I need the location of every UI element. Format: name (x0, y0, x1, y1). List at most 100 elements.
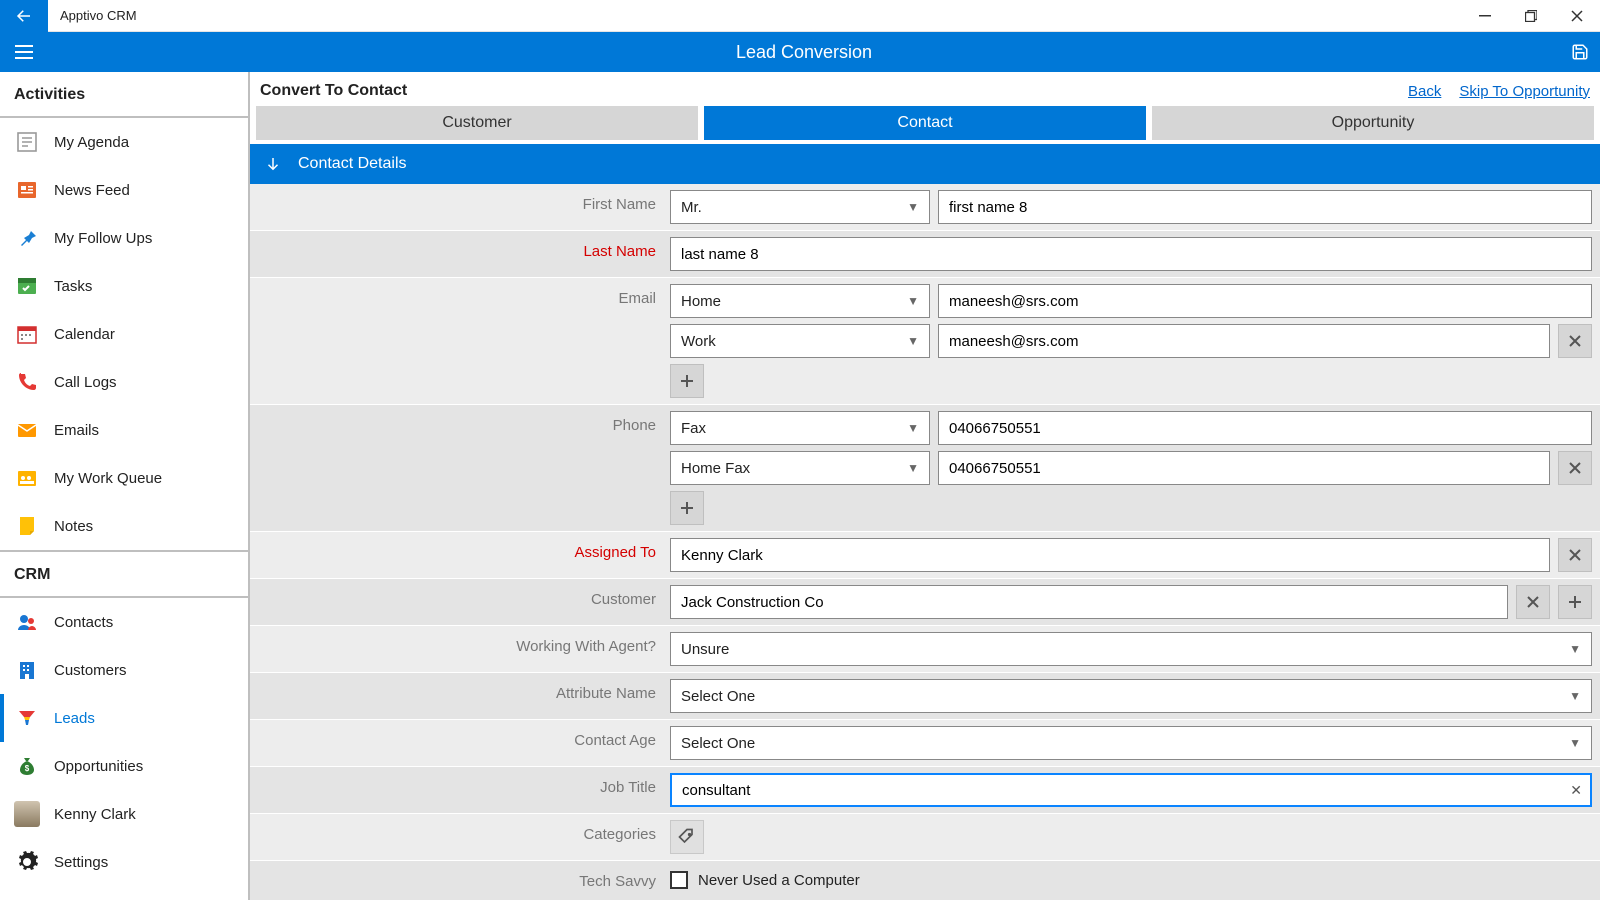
clear-customer-button[interactable] (1516, 585, 1550, 619)
label-job-title: Job Title (250, 767, 670, 796)
building-icon (14, 657, 40, 683)
sidebar-item-emails[interactable]: Emails (0, 406, 248, 454)
avatar (14, 801, 40, 827)
chevron-down-icon: ▼ (907, 200, 919, 214)
chevron-down-icon: ▼ (907, 334, 919, 348)
envelope-icon (14, 417, 40, 443)
sidebar-item-my-follow-ups[interactable]: My Follow Ups (0, 214, 248, 262)
sidebar-item-label: Tasks (54, 278, 92, 295)
content-title: Convert To Contact (260, 82, 407, 100)
sidebar-item-notes[interactable]: Notes (0, 502, 248, 550)
contacts-icon (14, 609, 40, 635)
money-bag-icon: $ (14, 753, 40, 779)
sidebar-item-label: My Agenda (54, 134, 129, 151)
prefix-select[interactable]: Mr. ▼ (670, 190, 930, 224)
email-type-select-0[interactable]: Home ▼ (670, 284, 930, 318)
label-last-name: Last Name (250, 231, 670, 260)
funnel-icon (14, 705, 40, 731)
email-input-1[interactable] (938, 324, 1550, 358)
last-name-input[interactable] (670, 237, 1592, 271)
tab-customer[interactable]: Customer (256, 106, 698, 140)
sidebar-item-news-feed[interactable]: News Feed (0, 166, 248, 214)
window-titlebar: Apptivo CRM (0, 0, 1600, 32)
app-header-bar: Lead Conversion (0, 32, 1600, 72)
window-maximize-button[interactable] (1508, 0, 1554, 32)
phone-type-select-0[interactable]: Fax ▼ (670, 411, 930, 445)
sidebar-item-label: Customers (54, 662, 127, 679)
chevron-down-icon: ▼ (907, 461, 919, 475)
assigned-to-input[interactable] (670, 538, 1550, 572)
sidebar-item-leads[interactable]: Leads (0, 694, 248, 742)
sidebar-item-tasks[interactable]: Tasks (0, 262, 248, 310)
section-title: Contact Details (298, 155, 407, 173)
add-customer-button[interactable] (1558, 585, 1592, 619)
back-link[interactable]: Back (1408, 83, 1441, 100)
sidebar-item-customers[interactable]: Customers (0, 646, 248, 694)
work-queue-icon (14, 465, 40, 491)
agenda-icon (14, 129, 40, 155)
tab-contact[interactable]: Contact (704, 106, 1146, 140)
first-name-input[interactable] (938, 190, 1592, 224)
sidebar-item-call-logs[interactable]: Call Logs (0, 358, 248, 406)
calendar-icon (14, 321, 40, 347)
remove-phone-button[interactable] (1558, 451, 1592, 485)
back-button[interactable] (0, 0, 48, 32)
sidebar-item-calendar[interactable]: Calendar (0, 310, 248, 358)
label-working-with-agent: Working With Agent? (250, 626, 670, 655)
label-tech-savvy: Tech Savvy (250, 861, 670, 890)
job-title-input[interactable]: ✕ (670, 773, 1592, 807)
skip-to-opportunity-link[interactable]: Skip To Opportunity (1459, 83, 1590, 100)
save-button[interactable] (1560, 32, 1600, 72)
content-area: Convert To Contact Back Skip To Opportun… (250, 72, 1600, 900)
clear-assigned-to-button[interactable] (1558, 538, 1592, 572)
label-customer: Customer (250, 579, 670, 608)
section-contact-details[interactable]: Contact Details (250, 144, 1600, 184)
sidebar-item-my-work-queue[interactable]: My Work Queue (0, 454, 248, 502)
email-input-0[interactable] (938, 284, 1592, 318)
add-category-button[interactable] (670, 820, 704, 854)
tasks-icon (14, 273, 40, 299)
gear-icon (14, 849, 40, 875)
add-phone-button[interactable] (670, 491, 704, 525)
sidebar-item-label: Opportunities (54, 758, 143, 775)
phone-input-1[interactable] (938, 451, 1550, 485)
sidebar-item-contacts[interactable]: Contacts (0, 598, 248, 646)
sidebar-item-opportunities[interactable]: $ Opportunities (0, 742, 248, 790)
hamburger-menu-button[interactable] (0, 32, 48, 72)
attribute-name-select[interactable]: Select One ▼ (670, 679, 1592, 713)
chevron-down-icon: ▼ (1569, 689, 1581, 703)
remove-email-button[interactable] (1558, 324, 1592, 358)
sidebar: Activities My Agenda News Feed My Follow… (0, 72, 250, 900)
clear-job-title-icon[interactable]: ✕ (1570, 782, 1582, 799)
label-email: Email (250, 278, 670, 307)
customer-input[interactable] (670, 585, 1508, 619)
working-with-agent-select[interactable]: Unsure ▼ (670, 632, 1592, 666)
svg-text:$: $ (25, 764, 30, 773)
phone-type-select-1[interactable]: Home Fax ▼ (670, 451, 930, 485)
checkbox-icon[interactable] (670, 871, 688, 889)
label-categories: Categories (250, 814, 670, 843)
email-type-select-1[interactable]: Work ▼ (670, 324, 930, 358)
form: First Name Mr. ▼ Last Name (250, 184, 1600, 900)
sidebar-item-settings[interactable]: Settings (0, 838, 248, 886)
chevron-down-icon: ▼ (1569, 642, 1581, 656)
app-title: Apptivo CRM (60, 8, 137, 23)
window-close-button[interactable] (1554, 0, 1600, 32)
sidebar-item-label: My Work Queue (54, 470, 162, 487)
sidebar-item-user[interactable]: Kenny Clark (0, 790, 248, 838)
sidebar-item-label: Calendar (54, 326, 115, 343)
notes-icon (14, 513, 40, 539)
contact-age-select[interactable]: Select One ▼ (670, 726, 1592, 760)
sidebar-item-label: Notes (54, 518, 93, 535)
tech-savvy-option-0[interactable]: Never Used a Computer (670, 867, 1592, 893)
add-email-button[interactable] (670, 364, 704, 398)
pin-icon (14, 225, 40, 251)
tab-opportunity[interactable]: Opportunity (1152, 106, 1594, 140)
chevron-down-icon: ▼ (907, 421, 919, 435)
phone-input-0[interactable] (938, 411, 1592, 445)
chevron-down-icon: ▼ (907, 294, 919, 308)
news-feed-icon (14, 177, 40, 203)
sidebar-item-my-agenda[interactable]: My Agenda (0, 118, 248, 166)
window-minimize-button[interactable] (1462, 0, 1508, 32)
page-title: Lead Conversion (48, 42, 1560, 63)
